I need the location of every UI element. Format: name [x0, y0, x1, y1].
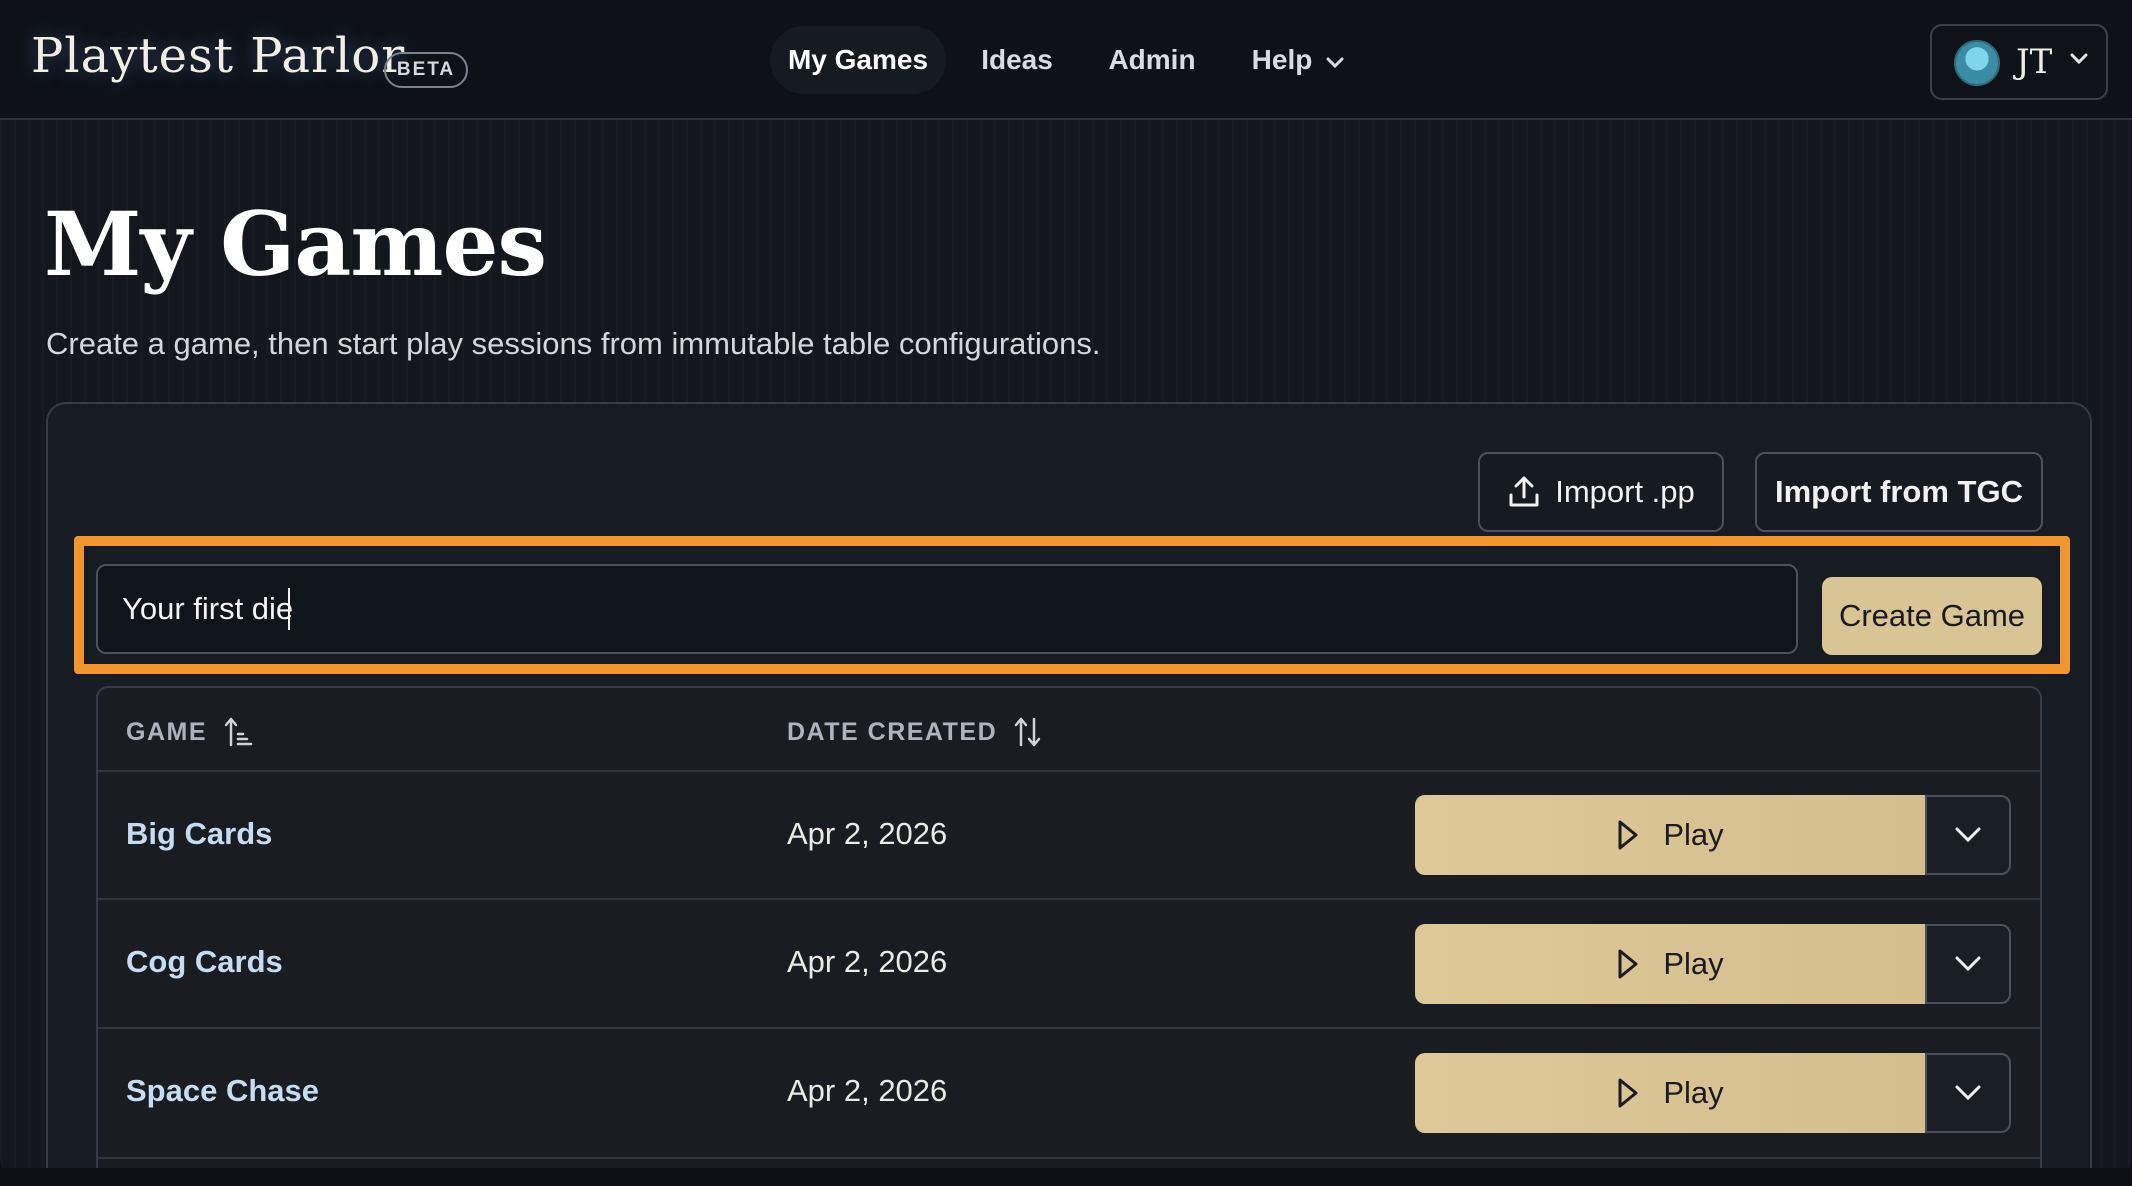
game-date: Apr 2, 2026 [787, 1073, 948, 1108]
create-game-button[interactable]: Create Game [1822, 577, 2042, 655]
nav-my-games-label: My Games [787, 44, 929, 75]
play-options-button[interactable] [1925, 924, 2011, 1004]
row-divider [98, 1157, 2040, 1159]
play-options-button[interactable] [1925, 795, 2011, 875]
column-header-date-label: DATE CREATED [787, 717, 998, 746]
nav-my-games[interactable]: My Games [770, 26, 946, 94]
page-title: My Games [44, 192, 547, 296]
play-icon [1618, 949, 1638, 979]
user-menu-button[interactable]: JT [1930, 24, 2108, 100]
game-link[interactable]: Big Cards [126, 816, 272, 852]
create-game-label: Create Game [1838, 598, 2026, 633]
top-navbar: Playtest Parlor BETA My Games Ideas Admi… [0, 0, 2132, 120]
game-date: Apr 2, 2026 [787, 816, 948, 851]
play-icon [1618, 820, 1638, 850]
play-label: Play [1663, 1075, 1724, 1110]
page-subtitle: Create a game, then start play sessions … [46, 326, 1101, 361]
column-header-game-label: GAME [126, 717, 207, 746]
play-button[interactable]: Play [1415, 924, 1926, 1004]
game-date: Apr 2, 2026 [787, 944, 948, 979]
window-bottom-edge [0, 1168, 2132, 1186]
nav-help-label: Help [1251, 44, 1313, 75]
row-divider [98, 898, 2040, 900]
robot-avatar-icon [1954, 40, 2000, 86]
column-header-game[interactable]: GAME [126, 714, 253, 750]
import-tgc-label: Import from TGC [1775, 474, 2023, 509]
import-tgc-button[interactable]: Import from TGC [1755, 452, 2043, 532]
play-label: Play [1663, 817, 1724, 852]
nav-admin[interactable]: Admin [1094, 26, 1210, 94]
text-caret [288, 588, 290, 630]
app-logo[interactable]: Playtest Parlor [31, 28, 405, 84]
sort-ascending-icon [224, 717, 253, 747]
import-pp-label: Import .pp [1555, 474, 1695, 509]
chevron-down-icon [1955, 956, 1981, 972]
game-link[interactable]: Space Chase [126, 1073, 319, 1109]
chevron-down-icon [1955, 827, 1981, 843]
play-label: Play [1663, 946, 1724, 981]
column-header-date[interactable]: DATE CREATED [787, 714, 1043, 750]
chevron-down-icon [2070, 52, 2088, 70]
nav-help[interactable]: Help [1236, 26, 1360, 94]
chevron-down-icon [1955, 1085, 1981, 1101]
play-icon [1618, 1078, 1638, 1108]
play-options-button[interactable] [1925, 1053, 2011, 1133]
row-divider [98, 1027, 2040, 1029]
beta-badge: BETA [384, 52, 468, 88]
row-divider [98, 770, 2040, 772]
nav-ideas-label: Ideas [981, 44, 1053, 75]
play-button[interactable]: Play [1415, 795, 1926, 875]
nav-admin-label: Admin [1108, 44, 1196, 75]
upload-icon [1509, 476, 1539, 507]
play-button[interactable]: Play [1415, 1053, 1926, 1133]
chevron-down-icon [1326, 44, 1344, 76]
user-initials: JT [2016, 42, 2053, 82]
game-name-input[interactable] [96, 564, 1798, 654]
nav-ideas[interactable]: Ideas [966, 26, 1068, 94]
import-pp-button[interactable]: Import .pp [1478, 452, 1724, 532]
game-link[interactable]: Cog Cards [126, 944, 283, 980]
sort-icon [1014, 717, 1041, 747]
